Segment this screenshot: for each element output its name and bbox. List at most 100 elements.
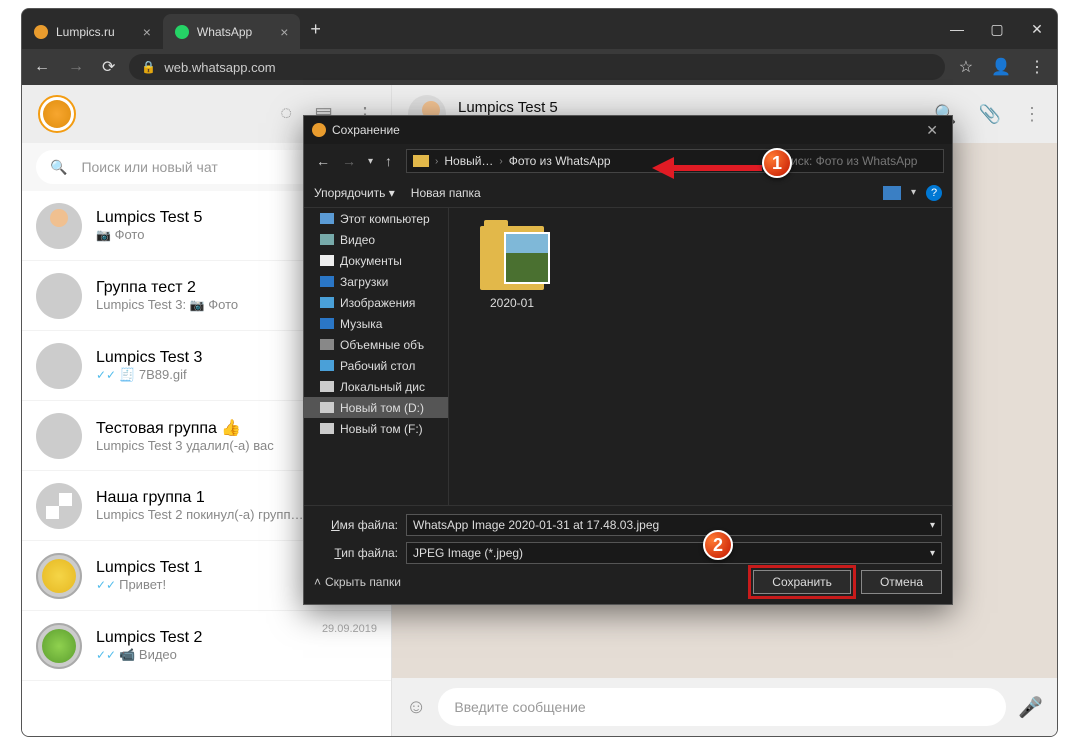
filename-input[interactable]: WhatsApp Image 2020-01-31 at 17.48.03.jp…	[406, 514, 942, 536]
video-icon	[320, 234, 334, 245]
tab-title: Lumpics.ru	[56, 25, 115, 39]
tree-item[interactable]: Новый том (D:)	[304, 397, 448, 418]
menu-icon[interactable]: ⋮	[1023, 104, 1041, 125]
menu-icon[interactable]: ⋮	[1025, 57, 1049, 77]
reload-button[interactable]: ⟳	[98, 57, 119, 77]
folder-icon	[480, 226, 544, 290]
chevron-right-icon: ›	[435, 156, 438, 167]
tree-item[interactable]: Изображения	[304, 292, 448, 313]
tree-item[interactable]: Рабочий стол	[304, 355, 448, 376]
close-icon[interactable]: ×	[280, 24, 288, 40]
dialog-search-input[interactable]: иск: Фото из WhatsApp	[784, 149, 944, 173]
favicon-icon	[175, 25, 189, 39]
dialog-title: Сохранение	[332, 123, 400, 137]
save-button[interactable]: Сохранить	[753, 570, 851, 594]
lock-icon: 🔒	[141, 60, 156, 74]
filetype-select[interactable]: JPEG Image (*.jpeg)▾	[406, 542, 942, 564]
chat-name: Lumpics Test 2	[96, 629, 308, 647]
message-input[interactable]: Введите сообщение	[438, 688, 1006, 726]
mic-icon[interactable]: 🎤	[1018, 695, 1043, 720]
chat-item[interactable]: Lumpics Test 2 ✓✓📹 Видео 29.09.2019	[22, 611, 391, 681]
browser-tab-lumpics[interactable]: Lumpics.ru ×	[22, 14, 163, 49]
annotation-arrow-icon	[652, 161, 762, 175]
dialog-toolbar: Упорядочить ▾ Новая папка ▾ ?	[304, 178, 952, 208]
profile-icon[interactable]: 👤	[987, 57, 1015, 77]
view-mode-icon[interactable]	[883, 186, 901, 200]
cancel-button[interactable]: Отмена	[861, 570, 942, 594]
chevron-up-icon: ˄	[314, 575, 321, 589]
breadcrumb-seg[interactable]: Фото из WhatsApp	[509, 154, 611, 168]
pc-icon	[320, 213, 334, 224]
dialog-nav: ← → ▾ ↑ › Новый… › Фото из WhatsApp иск:…	[304, 144, 952, 178]
annotation-badge-1: 1	[762, 148, 792, 178]
image-icon	[320, 297, 334, 308]
save-dialog: Сохранение ✕ ← → ▾ ↑ › Новый… › Фото из …	[303, 115, 953, 605]
user-avatar[interactable]	[38, 95, 76, 133]
close-window-button[interactable]: ✕	[1017, 9, 1057, 49]
nav-back-button[interactable]: ←	[30, 58, 54, 76]
search-placeholder: иск: Фото из WhatsApp	[791, 154, 917, 168]
tree-item[interactable]: Локальный дис	[304, 376, 448, 397]
status-icon[interactable]: ◌	[280, 102, 292, 127]
close-icon[interactable]: ✕	[920, 122, 944, 139]
organize-button[interactable]: Упорядочить ▾	[314, 186, 395, 200]
tree-item[interactable]: Этот компьютер	[304, 208, 448, 229]
tree-item[interactable]: Объемные объ	[304, 334, 448, 355]
file-area[interactable]: 2020-01	[449, 208, 952, 505]
tree-item[interactable]: Документы	[304, 250, 448, 271]
chat-subtitle: ✓✓📹 Видео	[96, 647, 308, 663]
drive-icon	[320, 381, 334, 392]
folder-label: 2020-01	[467, 296, 557, 310]
new-folder-button[interactable]: Новая папка	[411, 186, 481, 200]
browser-titlebar: Lumpics.ru × WhatsApp × + — ▢ ✕	[22, 9, 1057, 49]
nav-forward-button[interactable]: →	[64, 58, 88, 76]
new-tab-button[interactable]: +	[300, 19, 331, 40]
dialog-titlebar[interactable]: Сохранение ✕	[304, 116, 952, 144]
dialog-icon	[312, 123, 326, 137]
chat-time: 29.09.2019	[322, 623, 377, 635]
chat-avatar	[36, 343, 82, 389]
url-field[interactable]: 🔒 web.whatsapp.com	[129, 54, 944, 80]
tree-item[interactable]: Музыка	[304, 313, 448, 334]
nav-back-icon[interactable]: ←	[312, 153, 334, 169]
download-icon	[320, 276, 334, 287]
address-bar: ← → ⟳ 🔒 web.whatsapp.com ☆ 👤 ⋮	[22, 49, 1057, 85]
chat-header-name: Lumpics Test 5	[458, 99, 589, 116]
attach-icon[interactable]: 📎	[979, 104, 1001, 125]
chevron-down-icon[interactable]: ▾	[930, 548, 935, 559]
nav-history-icon[interactable]: ▾	[364, 156, 377, 167]
tree-item[interactable]: Загрузки	[304, 271, 448, 292]
folder-tree[interactable]: Этот компьютер Видео Документы Загрузки …	[304, 208, 449, 505]
nav-forward-icon[interactable]: →	[338, 153, 360, 169]
search-placeholder: Поиск или новый чат	[81, 159, 217, 175]
chat-avatar	[36, 273, 82, 319]
star-icon[interactable]: ☆	[955, 57, 977, 77]
maximize-button[interactable]: ▢	[977, 9, 1017, 49]
chat-avatar	[36, 203, 82, 249]
music-icon	[320, 318, 334, 329]
drive-icon	[320, 402, 334, 413]
annotation-badge-2: 2	[703, 530, 733, 560]
desktop-icon	[320, 360, 334, 371]
chat-avatar	[36, 413, 82, 459]
browser-tab-whatsapp[interactable]: WhatsApp ×	[163, 14, 301, 49]
emoji-icon[interactable]: ☺	[406, 696, 426, 719]
chevron-down-icon[interactable]: ▾	[911, 187, 916, 198]
minimize-button[interactable]: —	[937, 9, 977, 49]
hide-folders-toggle[interactable]: ˄Скрыть папки	[314, 575, 401, 589]
search-icon: 🔍	[50, 159, 67, 176]
folder-item[interactable]: 2020-01	[467, 226, 557, 310]
url-text: web.whatsapp.com	[164, 60, 275, 75]
chevron-down-icon[interactable]: ▾	[930, 520, 935, 531]
folder-icon	[413, 155, 429, 167]
close-icon[interactable]: ×	[143, 24, 151, 40]
breadcrumb-seg[interactable]: Новый…	[444, 154, 493, 168]
nav-up-icon[interactable]: ↑	[381, 153, 396, 169]
tree-item[interactable]: Видео	[304, 229, 448, 250]
chat-avatar	[36, 483, 82, 529]
favicon-icon	[34, 25, 48, 39]
chevron-right-icon: ›	[499, 156, 502, 167]
drive-icon	[320, 423, 334, 434]
tree-item[interactable]: Новый том (F:)	[304, 418, 448, 439]
help-icon[interactable]: ?	[926, 185, 942, 201]
